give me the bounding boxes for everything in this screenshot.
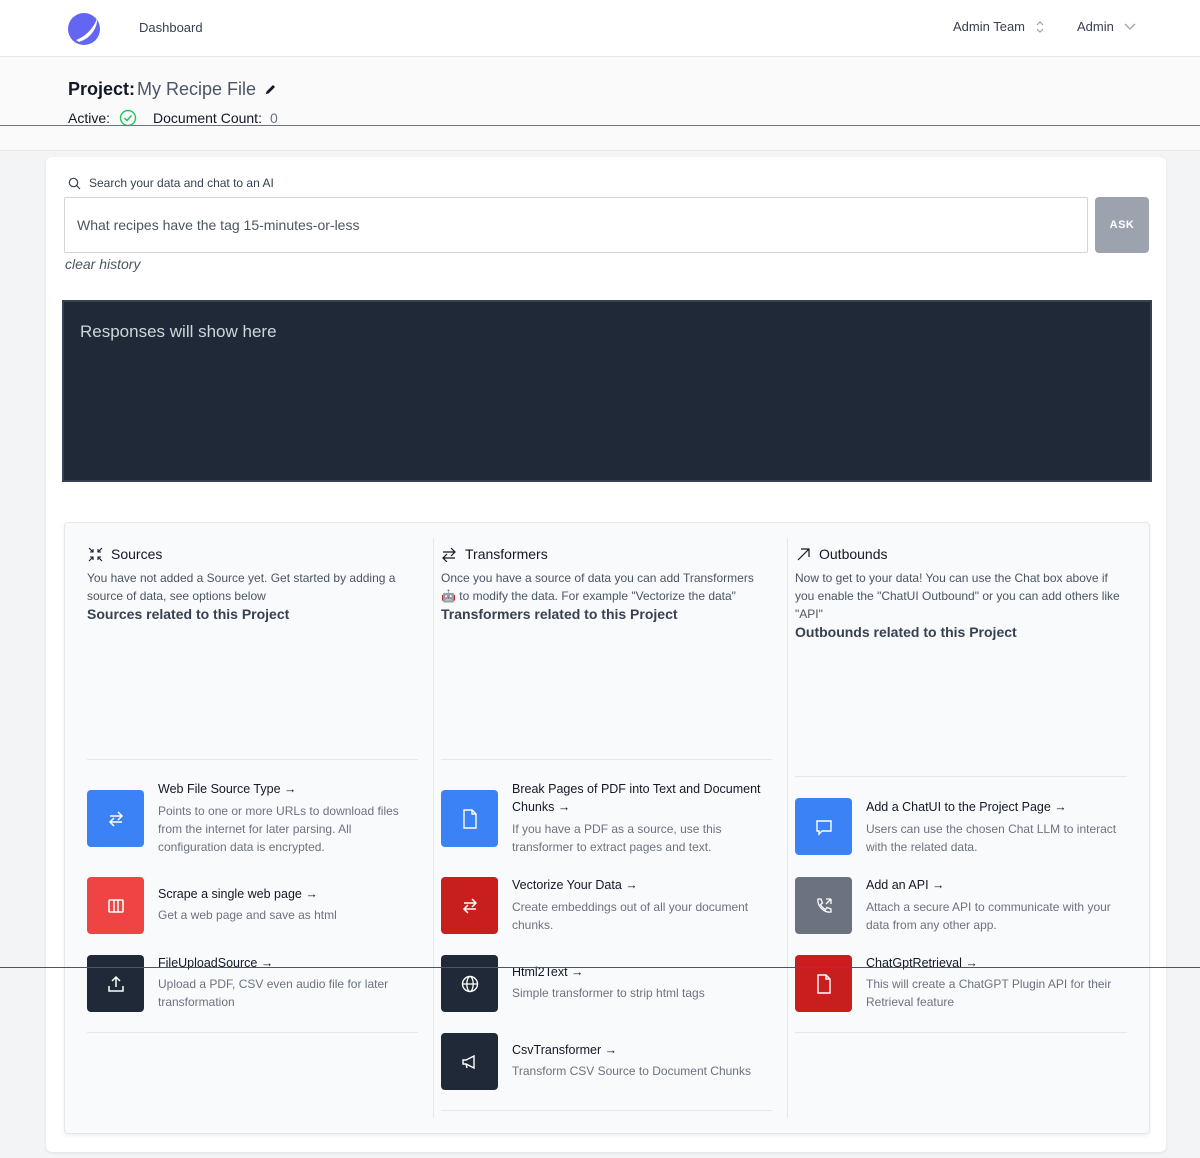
user-menu[interactable]: Admin xyxy=(1077,19,1136,34)
arrow-up-right-icon xyxy=(797,547,810,560)
chevron-down-icon xyxy=(1124,23,1136,30)
search-label: Search your data and chat to an AI xyxy=(68,176,274,190)
item-description: This will create a ChatGPT Plugin API fo… xyxy=(866,977,1112,1009)
divider xyxy=(0,967,1200,968)
item-title[interactable]: Add an API → xyxy=(866,876,1131,894)
user-menu-label: Admin xyxy=(1077,19,1114,34)
document-icon xyxy=(441,790,498,847)
item-description: Get a web page and save as html xyxy=(158,908,337,922)
search-icon xyxy=(68,177,81,189)
sources-title: Sources xyxy=(111,546,163,562)
divider xyxy=(87,1032,418,1033)
app-logo-icon[interactable] xyxy=(67,12,101,46)
search-input[interactable] xyxy=(64,197,1088,253)
divider xyxy=(0,125,1200,126)
item-description: Simple transformer to strip html tags xyxy=(512,986,705,1000)
item-description: Users can use the chosen Chat LLM to int… xyxy=(866,822,1117,854)
item-title[interactable]: Break Pages of PDF into Text and Documen… xyxy=(512,780,772,816)
item-title[interactable]: Html2Text → xyxy=(512,963,772,981)
megaphone-icon xyxy=(441,1033,498,1090)
item-title[interactable]: Vectorize Your Data → xyxy=(512,876,772,894)
phone-icon xyxy=(795,877,852,934)
item-title[interactable]: ChatGptRetrieval → xyxy=(866,954,1131,972)
sources-description: You have not added a Source yet. Get sta… xyxy=(87,571,396,603)
arrows-icon xyxy=(441,877,498,934)
project-title-label: Project: xyxy=(68,79,136,99)
active-label: Active: xyxy=(68,110,111,126)
globe-icon xyxy=(441,955,498,1012)
divider xyxy=(795,776,1127,777)
project-name: My Recipe File xyxy=(137,79,257,99)
transformers-description: Once you have a source of data you can a… xyxy=(441,571,754,603)
item-description: Create embeddings out of all your docume… xyxy=(512,900,749,932)
item-title[interactable]: FileUploadSource → xyxy=(158,954,418,972)
item-description: Transform CSV Source to Document Chunks xyxy=(512,1064,751,1078)
outbounds-subtitle: Outbounds related to this Project xyxy=(795,624,1017,640)
arrows-icon xyxy=(87,790,144,847)
transformers-heading: Transformers xyxy=(441,546,548,562)
item-title[interactable]: Scrape a single web page → xyxy=(158,885,418,903)
document-icon xyxy=(795,955,852,1012)
item-description: Points to one or more URLs to download f… xyxy=(158,804,399,854)
document-count-value: 0 xyxy=(269,110,278,126)
upload-icon xyxy=(87,955,144,1012)
item-title[interactable]: Add a ChatUI to the Project Page → xyxy=(866,798,1131,816)
item-title[interactable]: Web File Source Type → xyxy=(158,780,418,798)
project-header: Project: My Recipe File Active: Document… xyxy=(0,57,1200,151)
document-count-label: Document Count: xyxy=(153,110,262,126)
item-description: If you have a PDF as a source, use this … xyxy=(512,822,722,854)
nav-dashboard-link[interactable]: Dashboard xyxy=(139,20,203,35)
item-title[interactable]: CsvTransformer → xyxy=(512,1041,772,1059)
outbounds-heading: Outbounds xyxy=(796,546,888,562)
sources-heading: Sources xyxy=(88,546,162,562)
item-description: Attach a secure API to communicate with … xyxy=(866,900,1111,932)
chat-icon xyxy=(795,798,852,855)
transformers-subtitle: Transformers related to this Project xyxy=(441,606,678,622)
clear-history-link[interactable]: clear history xyxy=(65,256,140,272)
column-divider xyxy=(787,538,788,1118)
item-description: Upload a PDF, CSV even audio file for la… xyxy=(158,977,389,1009)
chevron-up-down-icon xyxy=(1036,20,1044,33)
divider xyxy=(441,759,772,760)
project-title: Project: My Recipe File xyxy=(68,79,277,100)
transformers-title: Transformers xyxy=(465,546,548,562)
column-divider xyxy=(433,538,434,1118)
search-label-text: Search your data and chat to an AI xyxy=(89,176,274,190)
team-switcher-label: Admin Team xyxy=(953,19,1026,34)
outbounds-description: Now to get to your data! You can use the… xyxy=(795,571,1120,621)
top-navbar: Dashboard Admin Team Admin xyxy=(0,0,1200,57)
team-switcher[interactable]: Admin Team xyxy=(953,19,1045,34)
divider xyxy=(795,1032,1127,1033)
columns-icon xyxy=(87,877,144,934)
arrows-left-right-icon xyxy=(442,547,456,562)
outbounds-title: Outbounds xyxy=(819,546,888,562)
divider xyxy=(441,1110,772,1111)
pencil-icon[interactable] xyxy=(264,83,277,96)
divider xyxy=(87,759,418,760)
ask-button[interactable]: ASK xyxy=(1095,197,1149,253)
sources-subtitle: Sources related to this Project xyxy=(87,606,290,622)
collapse-arrows-icon xyxy=(88,547,103,561)
response-panel: Responses will show here xyxy=(62,300,1152,482)
response-placeholder: Responses will show here xyxy=(80,322,277,341)
